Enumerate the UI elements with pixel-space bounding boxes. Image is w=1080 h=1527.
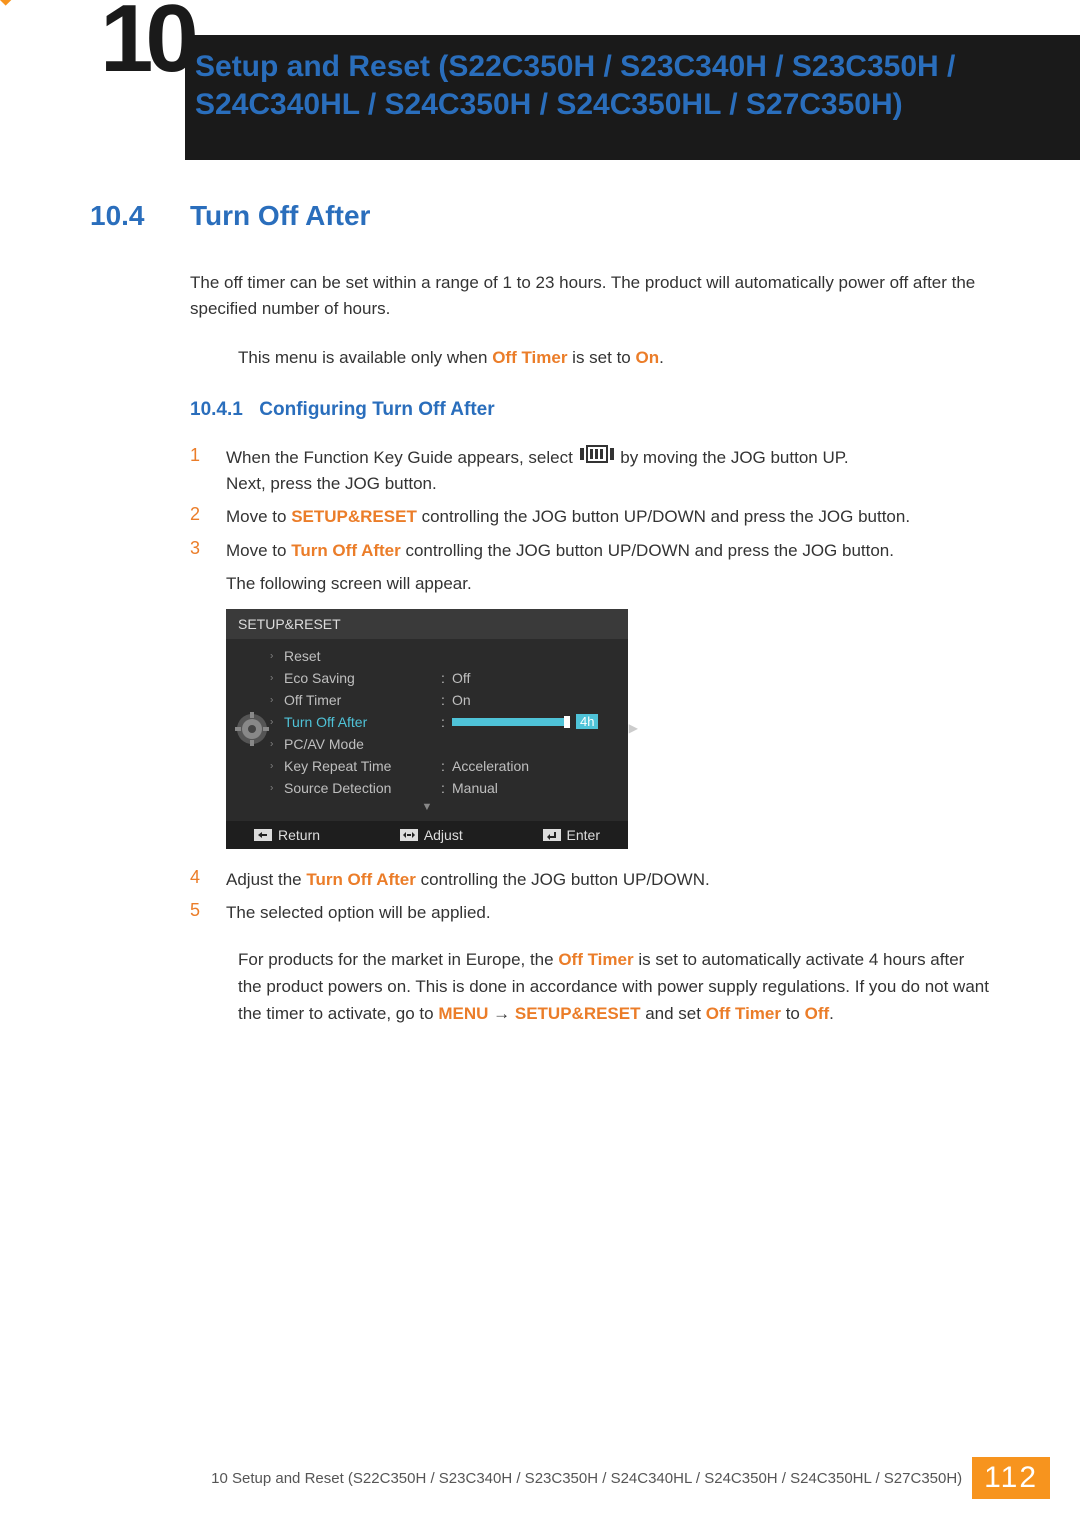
availability-note: This menu is available only when Off Tim… [238, 345, 990, 371]
osd-adjust: Adjust [400, 827, 463, 843]
osd-enter: Enter [543, 827, 600, 843]
step-3-cont: The following screen will appear. [226, 571, 990, 597]
section-title: Turn Off After [190, 200, 370, 232]
step-5-text: The selected option will be applied. [226, 900, 491, 926]
osd-header: SETUP&RESET [226, 609, 628, 639]
step-number-2: 2 [190, 504, 226, 530]
osd-screenshot: SETUP&RESET ▶ ›Reset ›Eco Saving:Off ›Of… [226, 609, 628, 849]
chapter-number: 10 [100, 10, 191, 68]
nav-down-icon: ▼ [226, 799, 628, 815]
step-number-5: 5 [190, 900, 226, 926]
chapter-title: Setup and Reset (S22C350H / S23C340H / S… [195, 48, 990, 123]
section-number: 10.4 [90, 200, 190, 232]
step-2-text: Move to SETUP&RESET controlling the JOG … [226, 504, 910, 530]
step-1-text: When the Function Key Guide appears, sel… [226, 445, 849, 497]
step-4-text: Adjust the Turn Off After controlling th… [226, 867, 710, 893]
step-number-1: 1 [190, 445, 226, 497]
osd-return: Return [254, 827, 320, 843]
section-intro: The off timer can be set within a range … [190, 270, 990, 321]
page-number: 112 [972, 1457, 1050, 1499]
europe-note: For products for the market in Europe, t… [238, 946, 990, 1028]
osd-active-row: ›Turn Off After:4h [226, 711, 628, 733]
nav-right-icon: ▶ [629, 721, 638, 735]
step-3-text: Move to Turn Off After controlling the J… [226, 538, 894, 564]
subsection-title: Configuring Turn Off After [259, 399, 494, 420]
enter-icon [543, 829, 561, 841]
arrow-right-icon: → [493, 1004, 510, 1023]
footer-breadcrumb: 10 Setup and Reset (S22C350H / S23C340H … [211, 1470, 962, 1487]
step-number-4: 4 [190, 867, 226, 893]
step-number-3: 3 [190, 538, 226, 564]
menu-icon [580, 445, 614, 471]
subsection-number: 10.4.1 [190, 399, 243, 420]
return-icon [254, 829, 272, 841]
adjust-icon [400, 829, 418, 841]
